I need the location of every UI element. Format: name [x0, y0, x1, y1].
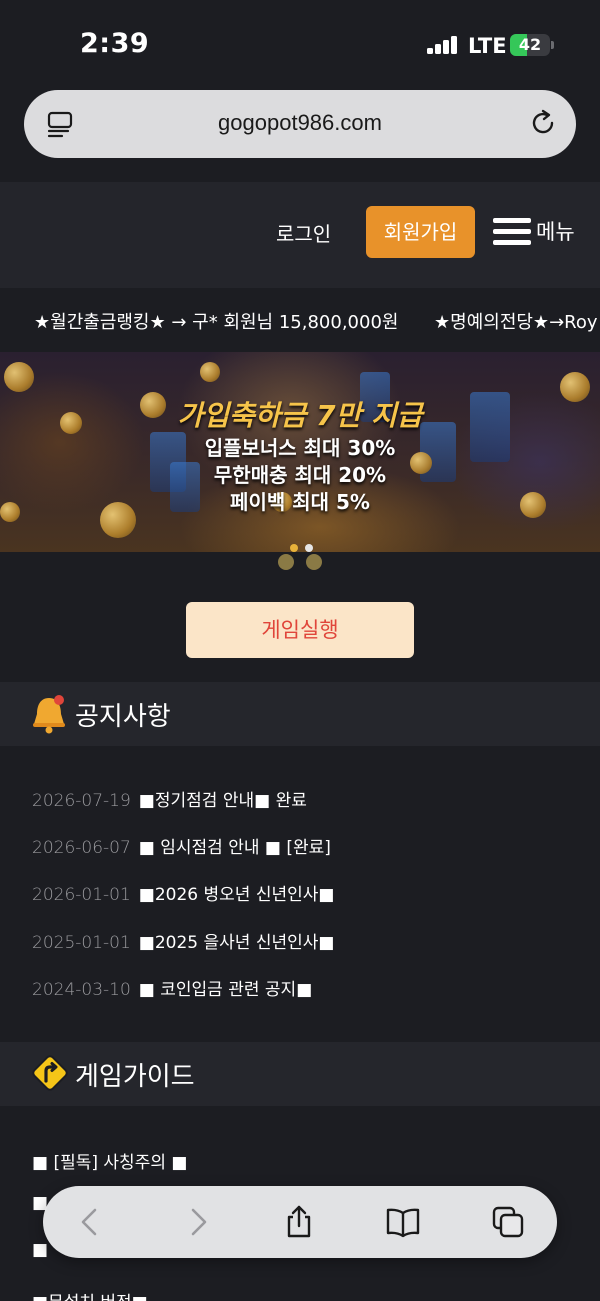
coin-image [4, 362, 34, 392]
cellular-signal-icon [427, 36, 459, 54]
guide-item[interactable]: ■무설치 버전■ [32, 1288, 148, 1301]
reload-icon[interactable] [528, 108, 558, 138]
notice-date: 2025-01-01 [32, 933, 131, 953]
tabs-icon[interactable] [490, 1204, 526, 1240]
url-text[interactable]: gogopot986.com [24, 110, 576, 136]
notice-title[interactable]: ■정기점검 안내■ 완료 [139, 791, 307, 811]
banner-dot-active[interactable] [290, 544, 298, 552]
carousel-pager-dot[interactable] [306, 554, 322, 570]
notice-item[interactable]: 2025-01-01 ■2025 을사년 신년인사■ [32, 928, 334, 953]
notice-title[interactable]: ■2025 을사년 신년인사■ [139, 933, 335, 953]
notice-item[interactable]: 2026-07-19 ■정기점검 안내■ 완료 [32, 786, 307, 811]
notice-section-title: 공지사항 [75, 702, 171, 732]
menu-label[interactable]: 메뉴 [536, 216, 575, 246]
guide-item[interactable]: ■ [필독] 사칭주의 ■ [32, 1148, 187, 1173]
promo-banner[interactable]: 가입축하금 7만 지급 입플보너스 최대 30% 무한매충 최대 20% 페이백… [0, 352, 600, 552]
notice-item[interactable]: 2026-01-01 ■2026 병오년 신년인사■ [32, 880, 334, 905]
notice-item[interactable]: 2024-03-10 ■ 코인입금 관련 공지■ [32, 975, 312, 1000]
back-icon[interactable] [73, 1204, 109, 1240]
game-launch-button[interactable]: 게임실행 [186, 602, 414, 658]
battery-icon: 42 [510, 34, 550, 56]
guide-section-title: 게임가이드 [75, 1062, 195, 1092]
network-type: LTE [468, 34, 507, 58]
carousel-pager-dot[interactable] [278, 554, 294, 570]
notice-item[interactable]: 2026-06-07 ■ 임시점검 안내 ■ [완료] [32, 833, 331, 858]
notice-title[interactable]: ■ 임시점검 안내 ■ [완료] [139, 838, 331, 858]
guide-item[interactable]: ■ [32, 1240, 48, 1260]
notice-date: 2026-01-01 [32, 885, 131, 905]
browser-toolbar [43, 1186, 557, 1258]
status-bar: 2:39 LTE 42 [0, 0, 600, 88]
notice-date: 2024-03-10 [32, 980, 131, 1000]
ticker-item: ★월간출금랭킹★ → 구* 회원님 15,800,000원 [34, 312, 399, 333]
banner-dot[interactable] [305, 544, 313, 552]
notice-title[interactable]: ■2026 병오년 신년인사■ [139, 885, 335, 905]
road-sign-icon [32, 1055, 68, 1091]
banner-line: 페이백 최대 5% [230, 490, 370, 514]
notice-section-header: 공지사항 [0, 682, 600, 746]
bookmarks-icon[interactable] [385, 1204, 421, 1240]
forward-icon[interactable] [179, 1204, 215, 1240]
guide-section-header: 게임가이드 [0, 1042, 600, 1106]
share-icon[interactable] [281, 1204, 317, 1240]
ticker-item: ★명예의전당★→Roy [434, 312, 598, 333]
address-bar[interactable]: gogopot986.com [24, 90, 576, 158]
battery-cap [551, 41, 554, 49]
battery-level: 42 [518, 35, 542, 54]
banner-line: 무한매충 최대 20% [213, 463, 387, 487]
status-time: 2:39 [80, 28, 150, 59]
notice-date: 2026-06-07 [32, 838, 131, 858]
withdrawal-ticker: ★월간출금랭킹★ → 구* 회원님 15,800,000원 ★명예의전당★→Ro… [0, 288, 600, 352]
coin-image [200, 362, 220, 382]
login-link[interactable]: 로그인 [276, 218, 331, 247]
notice-date: 2026-07-19 [32, 791, 131, 811]
bell-icon [33, 695, 65, 734]
signup-button[interactable]: 회원가입 [366, 206, 475, 258]
banner-title: 가입축하금 7만 지급 [177, 399, 423, 432]
site-header: 로그인 회원가입 메뉴 [0, 182, 600, 288]
hamburger-icon[interactable] [493, 218, 531, 246]
banner-line: 입플보너스 최대 30% [204, 436, 396, 460]
notice-title[interactable]: ■ 코인입금 관련 공지■ [139, 980, 312, 1000]
